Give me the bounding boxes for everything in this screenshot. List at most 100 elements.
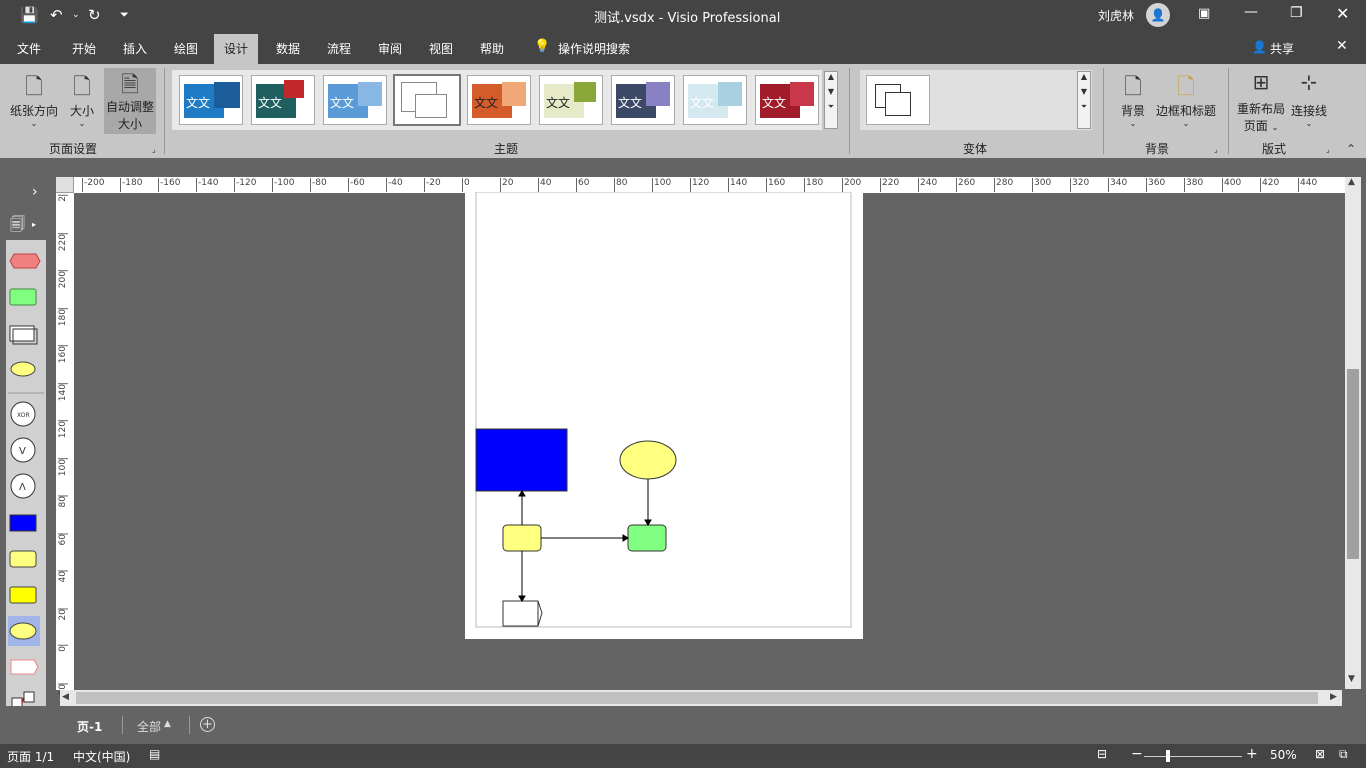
theme-thumbnail[interactable]: 文文 (755, 75, 819, 125)
relayout-button[interactable]: ⊞ 重新布局 页面 ⌄ (1236, 70, 1286, 134)
theme-thumbnail[interactable]: 文文 (611, 75, 675, 125)
horizontal-scrollbar[interactable]: ◀ ▶ (60, 690, 1342, 706)
background-button[interactable]: 🗋 背景 ⌄ (1114, 70, 1152, 134)
scroll-up-icon[interactable]: ▲ (825, 72, 837, 81)
zoom-slider-track[interactable] (1144, 756, 1242, 757)
scroll-thumb[interactable] (76, 692, 1318, 704)
group-divider (1228, 68, 1229, 154)
dialog-launcher-icon[interactable]: ⌟ (1326, 145, 1330, 154)
scroll-down-icon[interactable]: ▼ (1348, 674, 1355, 684)
connectors-button[interactable]: ⊹ 连接线 ⌄ (1289, 70, 1329, 134)
chevron-right-icon[interactable]: ▸ (32, 220, 36, 229)
shape-circle-xor[interactable]: XOR (10, 401, 36, 427)
scroll-right-icon[interactable]: ▶ (1330, 692, 1337, 702)
tab-view[interactable]: 视图 (429, 40, 453, 57)
zoom-slider-thumb[interactable] (1166, 750, 1170, 762)
close-ribbon-icon[interactable]: ✕ (1336, 38, 1348, 54)
ruler-tick-label: 400 (1222, 178, 1241, 192)
close-icon[interactable]: ✕ (1336, 4, 1349, 23)
share-icon[interactable]: 👤 (1252, 40, 1267, 54)
shape-yellow-rounded[interactable] (9, 550, 37, 568)
stencil-menu-icon[interactable]: 🗐 (10, 214, 25, 239)
theme-thumbnail[interactable]: 文文 (683, 75, 747, 125)
restore-icon[interactable]: ❐ (1290, 5, 1303, 21)
size-button[interactable]: 🗋 大小 ⌄ (64, 70, 100, 134)
page-tab-1[interactable]: 页-1 (77, 718, 102, 735)
yellow-ellipse-shape[interactable] (619, 440, 677, 480)
shape-yellow-rectangle[interactable] (9, 586, 37, 604)
scroll-up-icon[interactable]: ▲ (1078, 72, 1090, 81)
shape-yellow-ellipse[interactable] (10, 361, 36, 377)
expand-panel-icon[interactable]: › (32, 184, 38, 200)
document-shape[interactable] (502, 600, 543, 627)
scroll-left-icon[interactable]: ◀ (62, 692, 69, 702)
tab-data[interactable]: 数据 (276, 40, 300, 57)
borders-titles-button[interactable]: 🗋 边框和标题 ⌄ (1154, 70, 1218, 134)
theme-thumbnail[interactable]: 文文 (467, 75, 531, 125)
theme-thumbnail[interactable]: 文文 (251, 75, 315, 125)
shape-circle-and[interactable]: Λ (10, 473, 36, 499)
vertical-scrollbar[interactable]: ▲ ▼ (1345, 177, 1361, 689)
all-pages-button[interactable]: 全部 (137, 718, 161, 735)
tab-home[interactable]: 开始 (72, 40, 96, 57)
autofit-button[interactable]: 🗎 自动调整 大小 (104, 68, 156, 134)
variants-scroll[interactable]: ▲ ▼ ⏷ (1077, 71, 1091, 129)
green-rounded-shape[interactable] (627, 524, 667, 552)
save-icon[interactable]: 💾 (20, 6, 39, 24)
tab-help[interactable]: 帮助 (480, 40, 504, 57)
avatar[interactable]: 👤 (1146, 3, 1170, 27)
presentation-mode-icon[interactable]: ⊟ (1097, 747, 1107, 761)
shape-document[interactable] (9, 325, 38, 345)
theme-thumbnail-selected[interactable] (393, 74, 461, 126)
shape-pink-chevron[interactable] (10, 659, 39, 675)
undo-dropdown-icon[interactable]: ⌄ (72, 10, 80, 20)
minimize-icon[interactable]: — (1244, 4, 1258, 20)
shape-red-hexagon[interactable] (9, 253, 41, 269)
shape-circle-or[interactable]: V (10, 437, 36, 463)
tab-design[interactable]: 设计 (214, 34, 259, 64)
theme-thumbnail[interactable]: 文文 (539, 75, 603, 125)
dialog-launcher-icon[interactable]: ⌟ (152, 145, 156, 154)
redo-icon[interactable]: ↻ (88, 6, 101, 24)
scroll-down-icon[interactable]: ▼ (825, 87, 837, 96)
blue-rectangle-shape[interactable] (475, 428, 568, 492)
tab-file[interactable]: 文件 (17, 40, 41, 57)
scroll-down-icon[interactable]: ▼ (1078, 87, 1090, 96)
more-icon[interactable]: ⏷ (825, 102, 837, 112)
tab-review[interactable]: 审阅 (378, 40, 402, 57)
customize-qat-icon[interactable]: ⏷ (120, 8, 129, 22)
scroll-up-icon[interactable]: ▲ (1348, 177, 1355, 187)
shape-blue-rectangle[interactable] (9, 514, 37, 532)
zoom-in-icon[interactable]: + (1246, 746, 1258, 762)
tab-draw[interactable]: 绘图 (174, 40, 198, 57)
tell-me-search[interactable]: 操作说明搜索 (558, 40, 630, 57)
undo-icon[interactable]: ↶ (50, 6, 63, 24)
shape-yellow-ellipse-selected[interactable] (9, 622, 37, 640)
zoom-out-icon[interactable]: − (1131, 746, 1143, 762)
tab-insert[interactable]: 插入 (123, 40, 147, 57)
yellow-rounded-shape[interactable] (502, 524, 542, 552)
fit-page-icon[interactable]: ⊠ (1315, 747, 1325, 761)
themes-scroll[interactable]: ▲ ▼ ⏷ (824, 71, 838, 129)
variant-thumbnail[interactable] (866, 75, 930, 125)
ribbon-display-icon[interactable]: ▣ (1198, 6, 1210, 21)
drawing-page[interactable] (465, 191, 863, 639)
zoom-level[interactable]: 50% (1270, 748, 1297, 762)
language-status[interactable]: 中文(中国) (73, 748, 130, 765)
collapse-ribbon-icon[interactable]: ⌃ (1346, 142, 1356, 156)
scroll-thumb[interactable] (1347, 369, 1359, 559)
macro-icon[interactable]: ▤ (149, 747, 160, 761)
theme-thumbnail[interactable]: 文文 (179, 75, 243, 125)
theme-thumbnail[interactable]: 文文 (323, 75, 387, 125)
page-number-status[interactable]: 页面 1/1 (7, 748, 54, 765)
tab-process[interactable]: 流程 (327, 40, 351, 57)
orientation-button[interactable]: 🗋 纸张方向 ⌄ (8, 70, 60, 134)
more-icon[interactable]: ⏷ (1078, 102, 1090, 112)
user-name[interactable]: 刘虎林 (1098, 7, 1134, 24)
switch-windows-icon[interactable]: ⧉ (1339, 747, 1348, 762)
caret-up-icon[interactable]: ▲ (164, 719, 171, 729)
add-page-icon[interactable]: + (200, 717, 215, 732)
shape-green-rectangle[interactable] (9, 288, 37, 306)
share-button[interactable]: 共享 (1270, 40, 1294, 57)
dialog-launcher-icon[interactable]: ⌟ (1214, 145, 1218, 154)
